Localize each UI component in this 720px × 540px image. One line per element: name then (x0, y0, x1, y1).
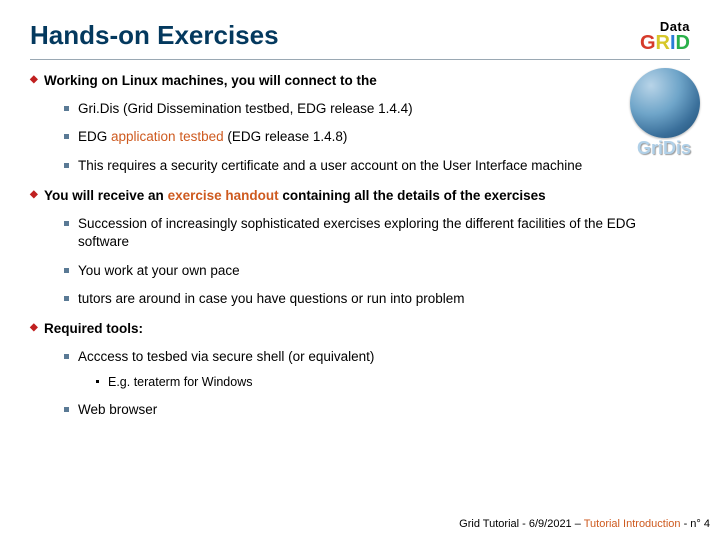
text: You will receive an (44, 188, 168, 203)
subbullet-gridis: Gri.Dis (Grid Dissemination testbed, EDG… (30, 100, 690, 118)
subbullet-security: This requires a security certificate and… (30, 157, 690, 175)
subbullet-browser: Web browser (30, 401, 690, 419)
bullet-handout: You will receive an exercise handout con… (30, 187, 690, 205)
logo-grid-text: GRID (640, 33, 690, 53)
footer-page: - n° 4 (681, 518, 710, 530)
subbullet-pace: You work at your own pace (30, 262, 690, 280)
slide-title: Hands-on Exercises (30, 20, 279, 51)
text: (EDG release 1.4.8) (224, 129, 348, 144)
subbullet-edg-testbed: EDG application testbed (EDG release 1.4… (30, 128, 690, 146)
divider (30, 59, 690, 60)
footer-section: Tutorial Introduction (584, 518, 681, 530)
text: EDG (78, 129, 111, 144)
text: containing all the details of the exerci… (279, 188, 546, 203)
slide-body: Working on Linux machines, you will conn… (30, 72, 690, 420)
bullet-working: Working on Linux machines, you will conn… (30, 72, 690, 90)
highlight-exercise-handout: exercise handout (168, 188, 279, 203)
subsubbullet-teraterm: E.g. teraterm for Windows (30, 374, 690, 391)
footer-grid-tutorial: Grid Tutorial (459, 518, 522, 530)
datagrid-logo: Data GRID (640, 20, 690, 53)
highlight-application-testbed: application testbed (111, 129, 224, 144)
bullet-tools: Required tools: (30, 320, 690, 338)
subbullet-ssh: Acccess to tesbed via secure shell (or e… (30, 348, 690, 366)
subbullet-tutors: tutors are around in case you have quest… (30, 290, 690, 308)
footer: Grid Tutorial - 6/9/2021 – Tutorial Intr… (459, 518, 710, 530)
footer-date: - 6/9/2021 – (522, 518, 584, 530)
subbullet-succession: Succession of increasingly sophisticated… (30, 215, 690, 251)
